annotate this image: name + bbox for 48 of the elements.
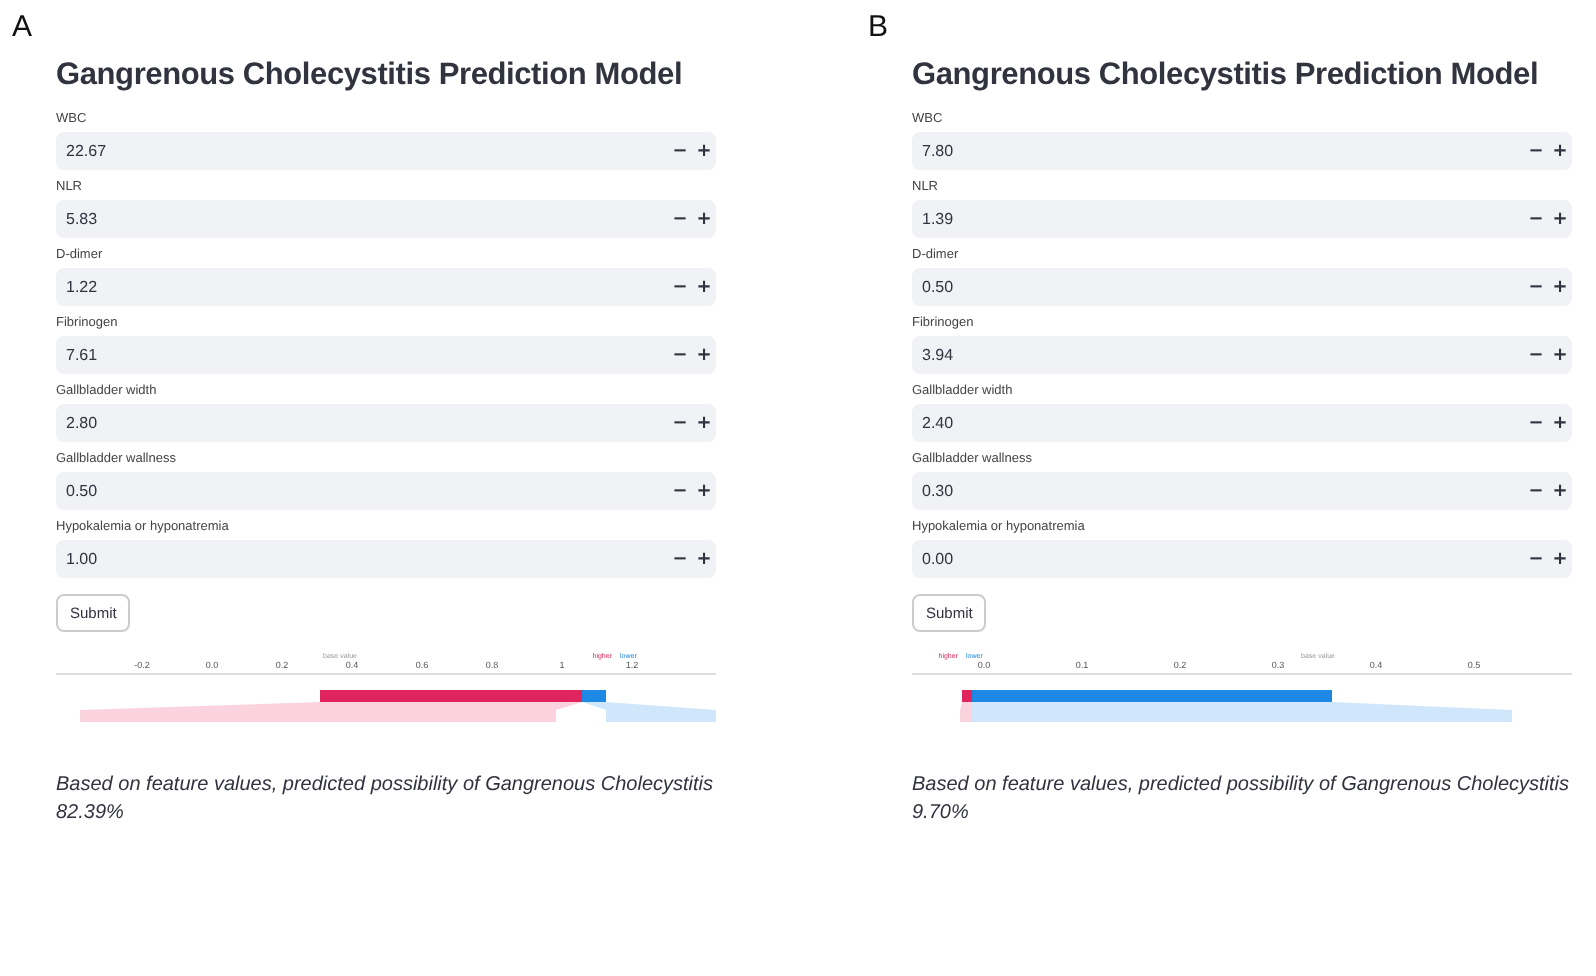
decrement-button[interactable]: − xyxy=(1524,549,1548,569)
decrement-button[interactable]: − xyxy=(668,345,692,365)
decrement-button[interactable]: − xyxy=(1524,345,1548,365)
app-title: Gangrenous Cholecystitis Prediction Model xyxy=(912,58,1541,94)
number-input[interactable]: 1.39 − + xyxy=(912,200,1572,238)
increment-button[interactable]: + xyxy=(692,209,716,229)
increment-button[interactable]: + xyxy=(692,345,716,365)
decrement-button[interactable]: − xyxy=(1524,413,1548,433)
increment-button[interactable]: + xyxy=(1548,345,1572,365)
number-input[interactable]: 2.40 − + xyxy=(912,404,1572,442)
number-input[interactable]: 0.50 − + xyxy=(56,472,716,510)
decrement-button[interactable]: − xyxy=(668,141,692,161)
increment-button[interactable]: + xyxy=(1548,413,1572,433)
number-input[interactable]: 5.83 − + xyxy=(56,200,716,238)
increment-button[interactable]: + xyxy=(1548,481,1572,501)
decrement-button[interactable]: − xyxy=(1524,277,1548,297)
increment-button[interactable]: + xyxy=(1548,209,1572,229)
increment-button[interactable]: + xyxy=(1548,141,1572,161)
increment-button[interactable]: + xyxy=(692,141,716,161)
number-input[interactable]: 22.67 − + xyxy=(56,132,716,170)
number-input[interactable]: 1.22 − + xyxy=(56,268,716,306)
number-input[interactable]: 7.61 − + xyxy=(56,336,716,374)
number-input[interactable]: 7.80 − + xyxy=(912,132,1572,170)
number-input[interactable]: 1.00 − + xyxy=(56,540,716,578)
number-input[interactable]: 0.00 − + xyxy=(912,540,1572,578)
app-title: Gangrenous Cholecystitis Prediction Model xyxy=(56,58,685,94)
panel-letter: A xyxy=(12,10,35,48)
number-input[interactable]: 0.30 − + xyxy=(912,472,1572,510)
panel-letter: B xyxy=(868,10,891,48)
increment-button[interactable]: + xyxy=(1548,277,1572,297)
increment-button[interactable]: + xyxy=(1548,549,1572,569)
decrement-button[interactable]: − xyxy=(1524,481,1548,501)
decrement-button[interactable]: − xyxy=(668,413,692,433)
prediction-result: Based on feature values, predicted possibility of Gangrenous Cholecystitis 9.70% xyxy=(912,772,1572,828)
decrement-button[interactable]: − xyxy=(668,209,692,229)
number-input[interactable]: 0.50 − + xyxy=(912,268,1572,306)
decrement-button[interactable]: − xyxy=(668,277,692,297)
increment-button[interactable]: + xyxy=(692,413,716,433)
number-input[interactable]: 2.80 − + xyxy=(56,404,716,442)
increment-button[interactable]: + xyxy=(692,277,716,297)
decrement-button[interactable]: − xyxy=(1524,141,1548,161)
decrement-button[interactable]: − xyxy=(668,481,692,501)
prediction-result: Based on feature values, predicted possibility of Gangrenous Cholecystitis 82.39% xyxy=(56,772,716,828)
decrement-button[interactable]: − xyxy=(1524,209,1548,229)
increment-button[interactable]: + xyxy=(692,481,716,501)
decrement-button[interactable]: − xyxy=(668,549,692,569)
increment-button[interactable]: + xyxy=(692,549,716,569)
number-input[interactable]: 3.94 − + xyxy=(912,336,1572,374)
